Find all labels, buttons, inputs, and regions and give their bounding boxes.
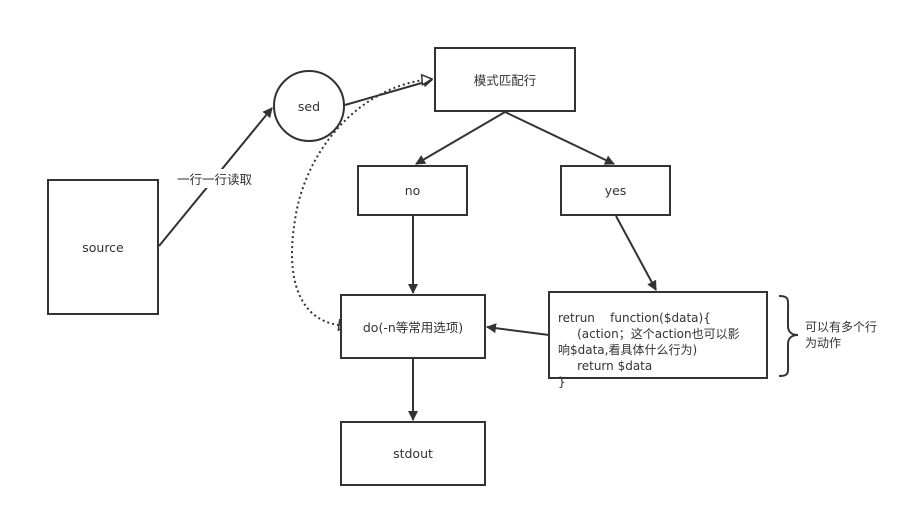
node-stdout[interactable]: stdout bbox=[340, 421, 486, 486]
edge-code-do bbox=[486, 323, 550, 336]
edge-pattern-no bbox=[415, 111, 506, 165]
node-stdout-label: stdout bbox=[393, 446, 433, 461]
code-line: retrun function($data){ bbox=[558, 311, 711, 325]
code-line: } bbox=[558, 375, 566, 389]
node-source[interactable]: source bbox=[47, 179, 159, 315]
node-no[interactable]: no bbox=[357, 165, 468, 216]
edge-sed-pattern bbox=[344, 77, 433, 106]
edge-pattern-yes bbox=[504, 111, 615, 165]
code-line: 响$data,看具体什么行为) bbox=[558, 343, 698, 357]
annotation-multiple-actions: 可以有多个行 为动作 bbox=[805, 319, 877, 351]
node-pattern-label: 模式匹配行 bbox=[473, 73, 537, 88]
node-no-label: no bbox=[404, 183, 421, 198]
node-yes[interactable]: yes bbox=[560, 165, 671, 216]
node-do-label: do(-n等常用选项) bbox=[362, 320, 464, 335]
edge-label-read-line: 一行一行读取 bbox=[177, 169, 253, 188]
code-line: return $data bbox=[558, 359, 653, 373]
annotation-brace bbox=[778, 295, 799, 377]
edge-yes-code bbox=[615, 215, 657, 291]
node-function-code[interactable]: retrun function($data){ (action；这个action… bbox=[548, 291, 768, 389]
annotation-line: 为动作 bbox=[805, 336, 842, 350]
node-sed[interactable]: sed bbox=[273, 70, 345, 142]
node-yes-label: yes bbox=[604, 183, 627, 198]
node-do[interactable]: do(-n等常用选项) bbox=[340, 294, 486, 359]
node-sed-label: sed bbox=[297, 98, 321, 114]
node-pattern-match[interactable]: 模式匹配行 bbox=[434, 47, 576, 112]
annotation-line: 可以有多个行 bbox=[805, 320, 878, 334]
code-line: (action；这个action也可以影 bbox=[558, 327, 740, 341]
node-source-label: source bbox=[82, 239, 124, 255]
